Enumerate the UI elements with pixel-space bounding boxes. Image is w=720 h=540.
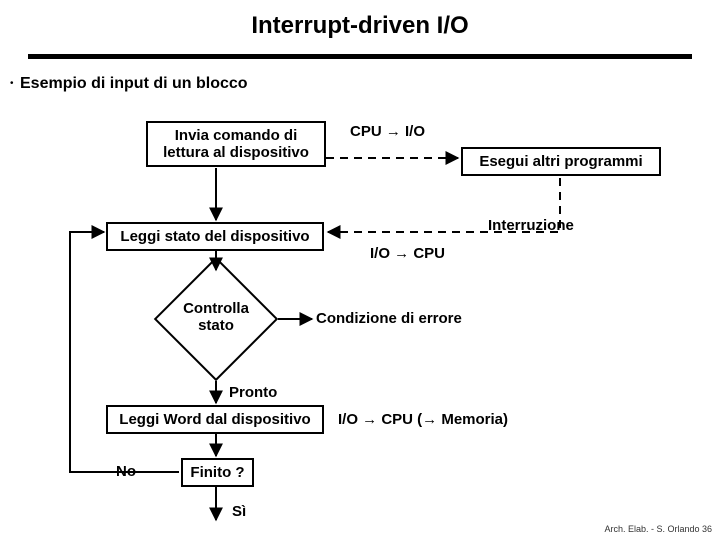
label-ready: Pronto xyxy=(229,384,277,401)
label-memory: I/O → CPU (→ Memoria) xyxy=(338,411,508,428)
diamond-l1: Controlla xyxy=(172,300,260,317)
label-yes: Sì xyxy=(232,503,246,520)
page-title: Interrupt-driven I/O xyxy=(0,0,720,40)
diamond-l2: stato xyxy=(172,317,260,334)
label-error-cond: Condizione di errore xyxy=(316,310,462,327)
box-send-command: Invia comando di lettura al dispositivo xyxy=(146,121,326,167)
label-interrupt: Interruzione xyxy=(488,217,574,234)
box-exec-other: Esegui altri programmi xyxy=(461,147,661,176)
label-io-cpu: I/O → CPU xyxy=(370,245,445,262)
divider xyxy=(28,54,692,59)
box1-line1: Invia comando di xyxy=(175,127,298,144)
label-no: No xyxy=(116,463,136,480)
bullet: • xyxy=(10,78,14,89)
diamond-text: Controlla stato xyxy=(172,300,260,334)
box1-line2: lettura al dispositivo xyxy=(163,144,309,161)
box-finished: Finito ? xyxy=(181,458,254,487)
box-read-word: Leggi Word dal dispositivo xyxy=(106,405,324,434)
subtitle: Esempio di input di un blocco xyxy=(20,75,248,93)
label-cpu-io: CPU → I/O xyxy=(350,123,425,140)
footer: Arch. Elab. - S. Orlando 36 xyxy=(604,524,712,534)
box-read-status: Leggi stato del dispositivo xyxy=(106,222,324,251)
